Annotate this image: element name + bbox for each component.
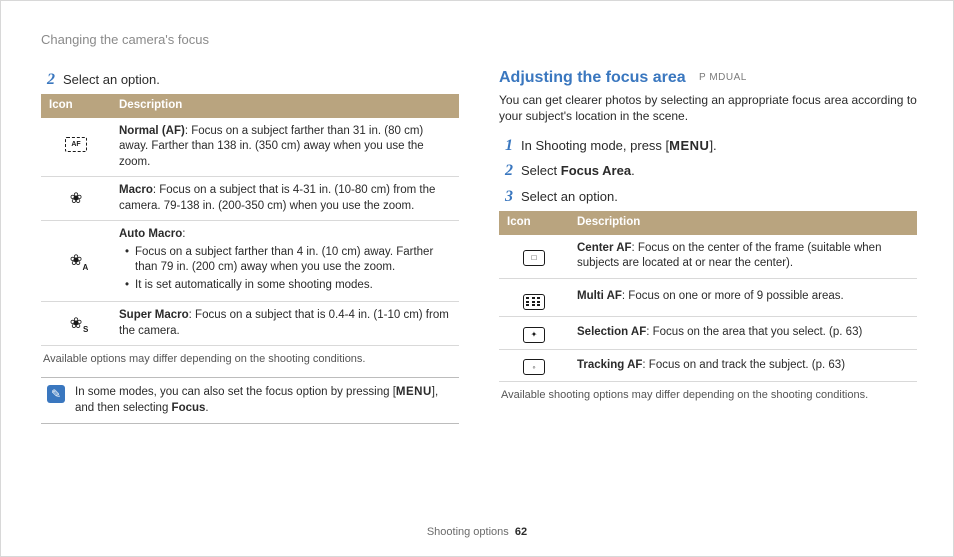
- step-3: 3 Select an option.: [499, 186, 917, 208]
- option-name: Super Macro: [119, 309, 189, 321]
- desc-cell: Macro: Focus on a subject that is 4-31 i…: [111, 177, 459, 221]
- step-pre: Select: [521, 163, 561, 178]
- breadcrumb: Changing the camera's focus: [41, 31, 917, 49]
- note-icon: [47, 385, 65, 403]
- option-desc: : Focus on a subject that is 4-31 in. (1…: [119, 184, 435, 212]
- desc-cell: Multi AF: Focus on one or more of 9 poss…: [569, 278, 917, 316]
- table-row: Center AF: Focus on the center of the fr…: [499, 235, 917, 279]
- desc-cell: Super Macro: Focus on a subject that is …: [111, 302, 459, 346]
- step-2: 2 Select Focus Area.: [499, 160, 917, 182]
- page-footer: Shooting options 62: [1, 525, 953, 540]
- option-name: Auto Macro: [119, 228, 182, 240]
- center-af-icon: [499, 235, 569, 279]
- selection-af-icon: [499, 316, 569, 349]
- option-name: Macro: [119, 184, 153, 196]
- step-text: Select Focus Area.: [521, 162, 635, 180]
- step-post: ].: [709, 138, 716, 153]
- auto-macro-icon: ❀: [41, 221, 111, 302]
- tracking-af-icon: [499, 349, 569, 382]
- table-row: Tracking AF: Focus on and track the subj…: [499, 349, 917, 382]
- option-colon: :: [182, 228, 185, 240]
- step-text: In Shooting mode, press [MENU].: [521, 137, 717, 155]
- tip-text: In some modes, you can also set the focu…: [75, 385, 453, 416]
- focus-area-table: Icon Description Center AF: Focus on the…: [499, 211, 917, 382]
- menu-chip: MENU: [669, 137, 709, 155]
- step-text: Select an option.: [521, 188, 618, 206]
- normal-af-icon: [41, 118, 111, 177]
- list-item: It is set automatically in some shooting…: [125, 278, 451, 294]
- left-column: 2 Select an option. Icon Description Nor…: [41, 67, 459, 425]
- desc-cell: Normal (AF): Focus on a subject farther …: [111, 118, 459, 177]
- option-name: Multi AF: [577, 290, 622, 302]
- step-2: 2 Select an option.: [41, 69, 459, 91]
- step-number: 2: [41, 69, 55, 91]
- th-icon: Icon: [41, 94, 111, 118]
- tip-bold: Focus: [172, 402, 206, 414]
- option-desc: : Focus on the area that you select. (p.…: [646, 326, 862, 338]
- option-name: Tracking AF: [577, 359, 642, 371]
- step-number: 2: [499, 160, 513, 182]
- option-name: Selection AF: [577, 326, 646, 338]
- option-name: Normal (AF): [119, 125, 185, 137]
- bullet-list: Focus on a subject farther than 4 in. (1…: [119, 245, 451, 294]
- desc-cell: Center AF: Focus on the center of the fr…: [569, 235, 917, 279]
- option-desc: : Focus on one or more of 9 possible are…: [622, 290, 844, 302]
- footer-page-number: 62: [515, 526, 527, 538]
- table-row: ❀ Auto Macro: Focus on a subject farther…: [41, 221, 459, 302]
- step-bold: Focus Area: [561, 163, 631, 178]
- step-1: 1 In Shooting mode, press [MENU].: [499, 135, 917, 157]
- manual-page: Changing the camera's focus 2 Select an …: [0, 0, 954, 557]
- section-intro: You can get clearer photos by selecting …: [499, 92, 917, 124]
- step-post: .: [631, 163, 635, 178]
- section-header: Adjusting the focus area P MDUAL: [499, 67, 917, 91]
- footnote: Available options may differ depending o…: [43, 352, 459, 367]
- desc-cell: Selection AF: Focus on the area that you…: [569, 316, 917, 349]
- step-text: Select an option.: [63, 71, 160, 89]
- macro-icon: ❀: [41, 177, 111, 221]
- step-pre: In Shooting mode, press [: [521, 138, 669, 153]
- tip-pre: In some modes, you can also set the focu…: [75, 386, 396, 398]
- content-columns: 2 Select an option. Icon Description Nor…: [41, 67, 917, 425]
- option-desc: : Focus on and track the subject. (p. 63…: [642, 359, 845, 371]
- menu-chip: MENU: [396, 385, 432, 401]
- th-description: Description: [569, 211, 917, 235]
- right-column: Adjusting the focus area P MDUAL You can…: [499, 67, 917, 425]
- list-item: Focus on a subject farther than 4 in. (1…: [125, 245, 451, 276]
- tip-post: .: [205, 402, 208, 414]
- section-heading: Adjusting the focus area: [499, 67, 686, 89]
- tip-box: In some modes, you can also set the focu…: [41, 377, 459, 424]
- footnote: Available shooting options may differ de…: [501, 388, 917, 403]
- mode-tags: P MDUAL: [699, 71, 747, 85]
- step-number: 1: [499, 135, 513, 157]
- multi-af-icon: [499, 278, 569, 316]
- table-row: ❀ Macro: Focus on a subject that is 4-31…: [41, 177, 459, 221]
- th-icon: Icon: [499, 211, 569, 235]
- footer-section: Shooting options: [427, 526, 509, 538]
- option-name: Center AF: [577, 242, 632, 254]
- step-number: 3: [499, 186, 513, 208]
- focus-options-table: Icon Description Normal (AF): Focus on a…: [41, 94, 459, 346]
- table-row: ❀ Super Macro: Focus on a subject that i…: [41, 302, 459, 346]
- desc-cell: Tracking AF: Focus on and track the subj…: [569, 349, 917, 382]
- table-row: Normal (AF): Focus on a subject farther …: [41, 118, 459, 177]
- th-description: Description: [111, 94, 459, 118]
- table-row: Selection AF: Focus on the area that you…: [499, 316, 917, 349]
- table-row: Multi AF: Focus on one or more of 9 poss…: [499, 278, 917, 316]
- desc-cell: Auto Macro: Focus on a subject farther t…: [111, 221, 459, 302]
- super-macro-icon: ❀: [41, 302, 111, 346]
